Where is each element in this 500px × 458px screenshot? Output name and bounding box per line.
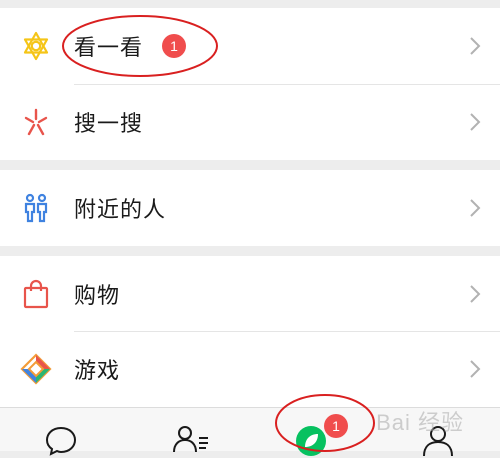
chevron-right-icon bbox=[468, 111, 482, 133]
discover-notification-badge: 1 bbox=[324, 414, 348, 438]
chevron-right-icon bbox=[468, 35, 482, 57]
contacts-icon bbox=[173, 426, 208, 453]
menu-item-label: 购物 bbox=[74, 284, 121, 309]
shopping-bag-icon bbox=[20, 278, 52, 310]
discover-compass-icon bbox=[296, 426, 326, 456]
watermark: Bai 经验 bbox=[376, 410, 464, 435]
notification-badge: 1 bbox=[162, 34, 186, 58]
menu-group-3: 购物 游戏 bbox=[0, 256, 500, 407]
menu-item-label: 附近的人 bbox=[74, 198, 167, 223]
chat-bubble-icon bbox=[45, 426, 77, 456]
kan-yi-kan-icon bbox=[20, 30, 52, 62]
menu-item-label: 搜一搜 bbox=[74, 112, 144, 137]
menu-item-sou-yi-sou[interactable]: 搜一搜 bbox=[0, 84, 500, 160]
menu-item-label: 游戏 bbox=[74, 359, 121, 384]
menu-item-nearby-people[interactable]: 附近的人 bbox=[0, 170, 500, 246]
menu-group-1: 看一看 1 搜一搜 bbox=[0, 8, 500, 160]
menu-item-label: 看一看 bbox=[74, 36, 144, 61]
menu-item-kan-yi-kan[interactable]: 看一看 1 bbox=[0, 8, 500, 84]
sou-yi-sou-icon bbox=[20, 106, 52, 138]
chevron-right-icon bbox=[468, 358, 482, 380]
chevron-right-icon bbox=[468, 197, 482, 219]
chevron-right-icon bbox=[468, 283, 482, 305]
nearby-people-icon bbox=[20, 192, 52, 224]
game-icon bbox=[20, 353, 52, 385]
tab-chats[interactable] bbox=[0, 408, 125, 456]
tab-contacts[interactable] bbox=[125, 408, 250, 453]
menu-group-2: 附近的人 bbox=[0, 170, 500, 246]
menu-item-games[interactable]: 游戏 bbox=[0, 331, 500, 407]
menu-item-shopping[interactable]: 购物 bbox=[0, 256, 500, 332]
tab-discover[interactable]: 1 bbox=[250, 408, 375, 456]
